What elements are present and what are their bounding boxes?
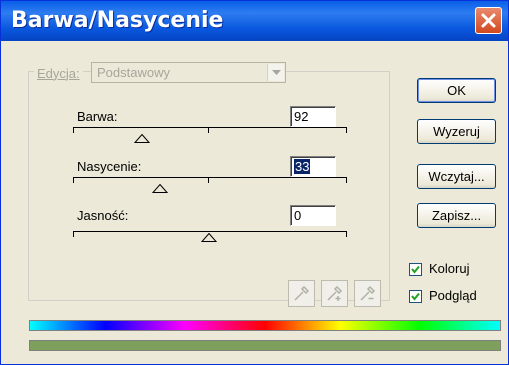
hue-input[interactable]: 92	[290, 106, 336, 127]
result-color-bar	[29, 340, 501, 351]
lightness-value: 0	[294, 208, 302, 223]
lightness-label: Jasność:	[77, 208, 129, 223]
saturation-tick-left	[73, 177, 74, 183]
edit-mode-select[interactable]: Podstawowy	[91, 62, 286, 83]
save-button[interactable]: Zapisz...	[417, 203, 496, 228]
hue-tick-middle	[208, 127, 209, 133]
chevron-down-icon	[272, 70, 281, 75]
hue-label: Barwa:	[77, 109, 118, 124]
preview-checkbox[interactable]	[409, 290, 422, 303]
eyedropper-subtract-button[interactable]	[354, 280, 381, 307]
saturation-value: 33	[294, 159, 311, 174]
window-title: Barwa/Nasycenie	[11, 8, 224, 33]
eyedropper-add-button[interactable]	[321, 280, 348, 307]
edit-label: Edycja:	[37, 65, 80, 81]
eyedropper-icon	[294, 285, 310, 301]
close-icon	[481, 13, 496, 28]
hue-tick-right	[346, 127, 347, 133]
hue-spectrum-bar	[29, 320, 501, 331]
dialog-content: Edycja: Podstawowy Barwa: 92 Nasycenie: …	[4, 41, 505, 362]
lightness-tick-left	[73, 231, 74, 237]
title-bar[interactable]: Barwa/Nasycenie	[1, 1, 508, 41]
saturation-slider-thumb[interactable]	[152, 184, 168, 193]
hue-tick-left	[73, 127, 74, 133]
saturation-slider-track[interactable]	[73, 177, 347, 178]
saturation-input[interactable]: 33	[290, 156, 336, 177]
lightness-slider-thumb[interactable]	[201, 233, 217, 242]
hue-slider-track[interactable]	[73, 127, 347, 128]
eyedropper-button[interactable]	[288, 280, 315, 307]
dropdown-button[interactable]	[267, 64, 284, 81]
reset-button[interactable]: Wyzeruj	[417, 119, 496, 144]
load-button[interactable]: Wczytaj...	[417, 164, 496, 189]
eyedropper-plus-icon	[327, 285, 343, 301]
ok-button[interactable]: OK	[417, 78, 496, 103]
checkmark-icon	[411, 292, 420, 301]
checkmark-icon	[411, 265, 420, 274]
hue-slider-thumb[interactable]	[134, 134, 150, 143]
lightness-input[interactable]: 0	[290, 205, 336, 226]
hue-value: 92	[294, 109, 309, 124]
lightness-slider-track[interactable]	[73, 231, 347, 232]
edit-legend: Edycja:	[34, 64, 83, 82]
saturation-label: Nasycenie:	[77, 159, 142, 174]
colorize-label[interactable]: Koloruj	[429, 261, 469, 276]
hue-saturation-dialog: Barwa/Nasycenie Edycja: Podstawowy Barwa…	[0, 0, 509, 365]
eyedropper-minus-icon	[360, 285, 376, 301]
colorize-checkbox[interactable]	[409, 263, 422, 276]
saturation-tick-right	[346, 177, 347, 183]
saturation-tick-middle	[208, 177, 209, 183]
close-button[interactable]	[475, 7, 502, 34]
preview-label[interactable]: Podgląd	[429, 288, 477, 303]
edit-mode-value: Podstawowy	[97, 65, 170, 80]
lightness-tick-right	[346, 231, 347, 237]
